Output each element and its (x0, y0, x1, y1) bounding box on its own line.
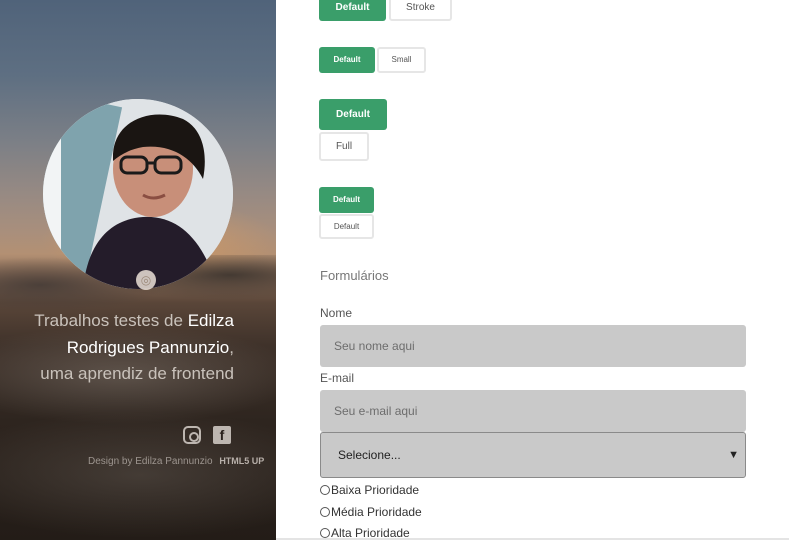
credits-text: Design by Edilza Pannunzio (88, 456, 213, 467)
default-small-button[interactable]: Default (319, 47, 375, 73)
small-button[interactable]: Small (377, 47, 426, 73)
default-full-button[interactable]: Default (319, 99, 387, 130)
avatar-badge-icon: ◎ (136, 270, 156, 290)
intro-prefix: Trabalhos testes de (34, 311, 183, 330)
name-label: Nome (320, 306, 353, 320)
sidebar-background-landscape (0, 255, 276, 540)
instagram-icon[interactable] (183, 426, 201, 444)
email-placeholder: Seu e-mail aqui (334, 404, 418, 418)
avatar (43, 99, 233, 289)
sidebar: ◎ Trabalhos testes de Edilza Rodrigues P… (0, 0, 276, 540)
radio-circle-icon[interactable] (320, 485, 330, 495)
social-links: f (183, 426, 231, 444)
intro-text: Trabalhos testes de Edilza Rodrigues Pan… (34, 308, 234, 388)
chevron-down-icon: ▼ (728, 449, 739, 461)
radio-medium[interactable]: Média Prioridade (320, 505, 422, 519)
credits-link[interactable]: HTML5 UP (219, 456, 264, 466)
facebook-icon[interactable]: f (213, 426, 231, 444)
default-tiny-button[interactable]: Default (319, 187, 374, 213)
name-input[interactable]: Seu nome aqui (320, 325, 746, 367)
email-label: E-mail (320, 371, 355, 385)
default-stroke-tiny-button[interactable]: Default (319, 214, 374, 239)
full-button[interactable]: Full (319, 132, 369, 161)
default-button[interactable]: Default (319, 0, 386, 21)
name-placeholder: Seu nome aqui (334, 339, 415, 353)
radio-circle-icon[interactable] (320, 528, 330, 538)
radio-label: Média Prioridade (331, 505, 422, 519)
profile-photo (43, 99, 233, 289)
radio-label: Baixa Prioridade (331, 483, 420, 497)
select-value: Selecione... (338, 448, 401, 462)
radio-low[interactable]: Baixa Prioridade (320, 483, 419, 497)
section-title: Formulários (320, 268, 389, 283)
priority-select[interactable]: Selecione... ▼ (320, 432, 746, 478)
radio-circle-icon[interactable] (320, 507, 330, 517)
stroke-button[interactable]: Stroke (389, 0, 452, 21)
main-content: Default Stroke Default Small Default Ful… (276, 0, 789, 540)
credits: Design by Edilza Pannunzio HTML5 UP (88, 456, 264, 467)
email-input[interactable]: Seu e-mail aqui (320, 390, 746, 432)
